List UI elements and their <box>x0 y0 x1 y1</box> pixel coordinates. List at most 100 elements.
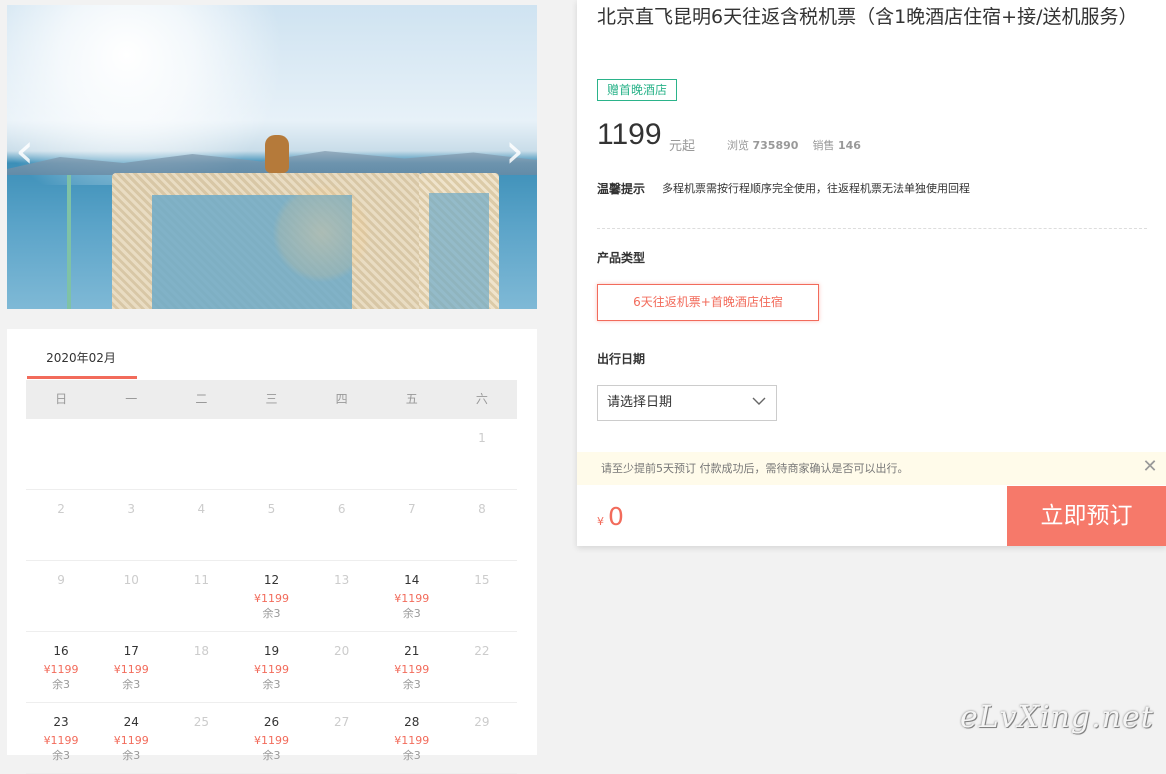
sun-glare <box>7 5 307 185</box>
product-type-label: 产品类型 <box>597 251 646 265</box>
calendar-day[interactable]: 14 ¥1199 余3 <box>377 561 447 631</box>
watermark: eLvXing.net <box>960 700 1154 735</box>
calendar-day[interactable]: 26 ¥1199 余3 <box>236 703 306 773</box>
calendar-day: 5 <box>236 490 306 560</box>
book-now-button[interactable]: 立即预订 <box>1007 486 1166 546</box>
day-number <box>26 431 96 445</box>
calendar-day: 6 <box>307 490 377 560</box>
day-number <box>236 431 306 445</box>
calendar-day: 11 <box>166 561 236 631</box>
day-price: ¥1199 <box>253 663 289 676</box>
day-stock: 余3 <box>52 678 71 691</box>
day-number: 10 <box>123 573 139 587</box>
day-price: ¥1199 <box>394 663 430 676</box>
calendar-day: 27 <box>307 703 377 773</box>
calendar-day: 15 <box>447 561 517 631</box>
day-number <box>377 431 447 445</box>
product-type-option[interactable]: 6天往返机票+首晚酒店住宿 <box>597 284 819 321</box>
calendar-day[interactable]: 19 ¥1199 余3 <box>236 632 306 702</box>
product-title: 北京直飞昆明6天往返含税机票（含1晚酒店住宿+接/送机服务） <box>597 6 1138 28</box>
calendar: 2020年02月 日一二三四五六 1 2 3 4 5 6 7 8 9 10 11 12 ¥1199 余3 1… <box>7 329 537 774</box>
hero-image: ‹ › <box>7 5 537 309</box>
calendar-day: 8 <box>447 490 517 560</box>
calendar-day[interactable]: 24 ¥1199 余3 <box>96 703 166 773</box>
notice-bar: 请至少提前5天预订 付款成功后，需待商家确认是否可以出行。 ✕ <box>577 452 1166 485</box>
close-icon[interactable]: ✕ <box>1142 458 1158 476</box>
calendar-month-tab[interactable]: 2020年02月 <box>26 349 136 366</box>
weekday-header: 日一二三四五六 <box>26 380 517 419</box>
calendar-day <box>236 419 306 489</box>
rattan-chair <box>419 173 499 309</box>
calendar-day: 25 <box>166 703 236 773</box>
day-number: 3 <box>127 502 136 516</box>
day-stock: 余3 <box>402 607 421 620</box>
day-number: 9 <box>57 573 65 587</box>
day-number <box>96 431 166 445</box>
calendar-day[interactable]: 21 ¥1199 余3 <box>377 632 447 702</box>
day-stock: 余3 <box>122 749 141 762</box>
tip-label: 温馨提示 <box>597 182 646 196</box>
day-number: 26 <box>263 715 280 729</box>
stats: 浏览 735890 销售 146 <box>727 137 861 153</box>
date-select[interactable]: 请选择日期 <box>597 385 777 421</box>
day-stock: 余3 <box>262 749 281 762</box>
day-number: 19 <box>263 644 280 658</box>
views-count: 735890 <box>752 139 799 152</box>
day-number: 18 <box>193 644 209 658</box>
day-price: ¥1199 <box>394 592 430 605</box>
price: 1199 <box>597 118 662 151</box>
calendar-day[interactable]: 28 ¥1199 余3 <box>377 703 447 773</box>
day-number: 22 <box>474 644 490 658</box>
calendar-day: 13 <box>307 561 377 631</box>
calendar-day[interactable]: 23 ¥1199 余3 <box>26 703 96 773</box>
day-number: 15 <box>474 573 490 587</box>
weekday-label: 五 <box>405 392 418 406</box>
day-price: ¥1199 <box>43 663 79 676</box>
day-number: 6 <box>337 502 346 516</box>
day-number: 28 <box>404 715 420 729</box>
rattan-table <box>112 173 422 309</box>
weekday-label: 日 <box>55 392 68 406</box>
calendar-day <box>377 419 447 489</box>
day-number: 16 <box>53 644 69 658</box>
calendar-day[interactable]: 12 ¥1199 余3 <box>236 561 306 631</box>
calendar-day[interactable]: 16 ¥1199 余3 <box>26 632 96 702</box>
promo-tag: 赠首晚酒店 <box>597 79 678 101</box>
calendar-day: 22 <box>447 632 517 702</box>
price-unit: 元起 <box>669 139 696 154</box>
calendar-grid: 1 2 3 4 5 6 7 8 9 10 11 12 ¥1199 余3 13 14 ¥1199 余3 15 16 ¥11… <box>26 419 517 774</box>
day-stock: 余3 <box>262 678 281 691</box>
calendar-week-row: 2 3 4 5 6 7 8 <box>26 490 517 561</box>
day-price: ¥1199 <box>253 734 289 747</box>
calendar-day: 18 <box>166 632 236 702</box>
day-number <box>307 431 377 445</box>
day-number: 24 <box>123 715 139 729</box>
chevron-right-icon[interactable]: › <box>505 123 524 179</box>
weekday-label: 四 <box>335 392 348 406</box>
chevron-down-icon <box>752 397 766 405</box>
day-stock: 余3 <box>52 749 71 762</box>
calendar-week-row: 1 <box>26 419 517 490</box>
sales-label: 销售 <box>812 139 835 152</box>
calendar-day: 1 <box>447 419 517 489</box>
day-number: 13 <box>333 573 350 587</box>
day-number: 23 <box>53 715 69 729</box>
calendar-week-row: 16 ¥1199 余3 17 ¥1199 余3 18 19 ¥1199 余3 20 21 ¥1199 余3… <box>26 632 517 703</box>
day-number <box>166 431 236 445</box>
day-number: 12 <box>263 573 280 587</box>
day-number: 29 <box>474 715 490 729</box>
product-panel: 北京直飞昆明6天往返含税机票（含1晚酒店住宿+接/送机服务） 赠首晚酒店 119… <box>577 0 1166 546</box>
calendar-week-row: 23 ¥1199 余3 24 ¥1199 余3 25 26 ¥1199 余3 27 28 ¥1199 余3… <box>26 703 517 774</box>
calendar-day: 29 <box>447 703 517 773</box>
chevron-left-icon[interactable]: ‹ <box>15 123 34 179</box>
calendar-day: 10 <box>96 561 166 631</box>
day-number: 17 <box>123 644 139 658</box>
calendar-day <box>96 419 166 489</box>
vase <box>265 135 289 173</box>
day-number: 5 <box>267 502 276 516</box>
day-number: 1 <box>478 431 486 445</box>
day-number: 2 <box>57 502 65 516</box>
calendar-day[interactable]: 17 ¥1199 余3 <box>96 632 166 702</box>
divider <box>597 228 1147 229</box>
day-number: 8 <box>478 502 486 516</box>
